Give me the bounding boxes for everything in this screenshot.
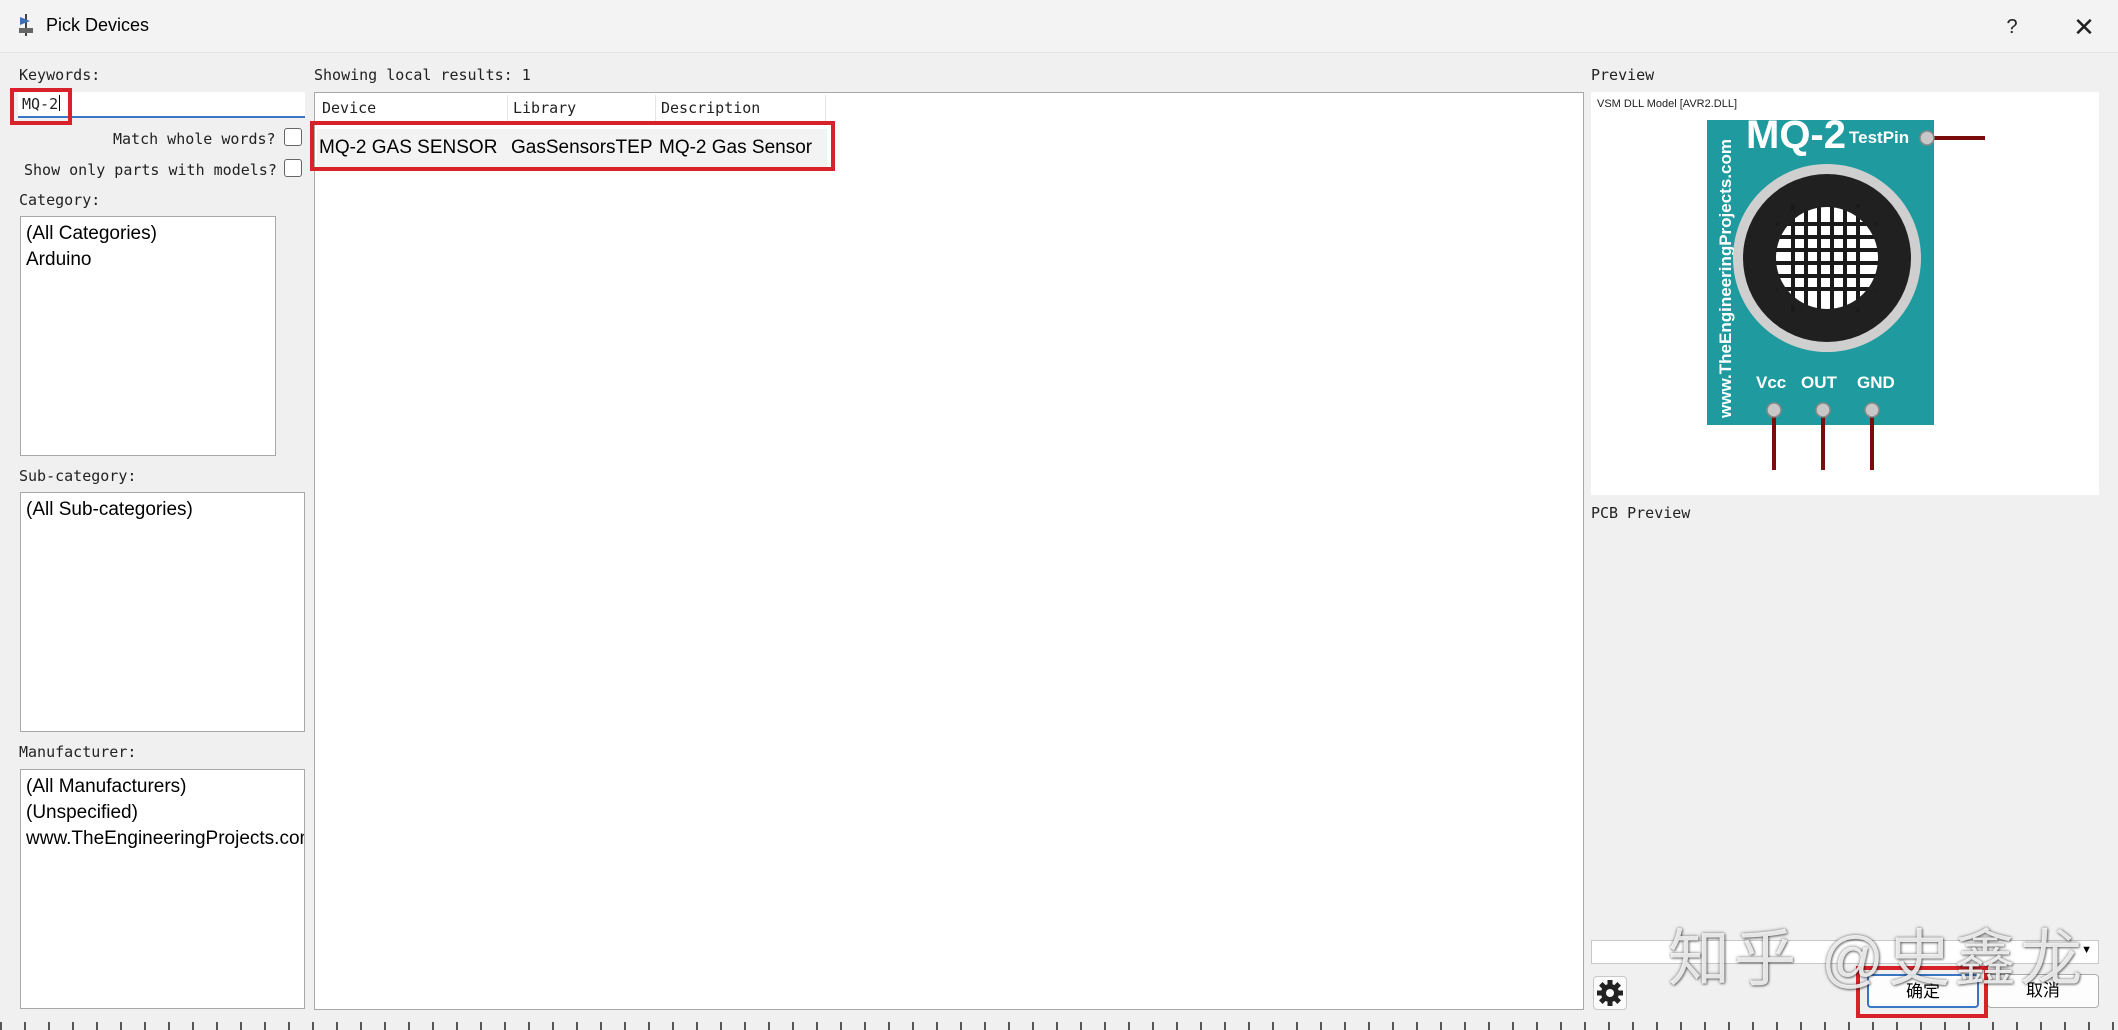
- keywords-value: MQ-2: [22, 95, 59, 113]
- manufacturer-item[interactable]: www.TheEngineeringProjects.com: [26, 826, 304, 852]
- match-whole-words-label: Match whole words?: [113, 130, 276, 148]
- window-title: Pick Devices: [46, 15, 150, 35]
- side-url-text: www.TheEngineeringProjects.com: [1716, 139, 1735, 419]
- testpin-label: TestPin: [1849, 128, 1909, 147]
- category-list[interactable]: (All Categories) Arduino: [20, 216, 276, 456]
- title-bar: Pick Devices ? ✕: [0, 0, 2118, 53]
- pick-devices-icon: [19, 14, 33, 36]
- manufacturer-item[interactable]: (Unspecified): [26, 800, 299, 826]
- only-models-checkbox[interactable]: [284, 159, 302, 177]
- sensor-name: MQ-2: [1746, 113, 1846, 157]
- gear-icon: [1597, 980, 1623, 1006]
- mq2-sensor-symbol: MQ-2 TestPin www.TheEngineeringProjects.…: [1707, 113, 1985, 470]
- table-row[interactable]: MQ-2 GAS SENSOR GasSensorsTEP MQ-2 Gas S…: [317, 129, 827, 167]
- match-whole-words-checkbox[interactable]: [284, 128, 302, 146]
- manufacturer-list[interactable]: (All Manufacturers) (Unspecified) www.Th…: [20, 769, 305, 1009]
- row-library-cell: GasSensorsTEP: [511, 137, 653, 158]
- category-item[interactable]: (All Categories): [26, 221, 270, 247]
- pcb-preview-area: [1591, 522, 2099, 937]
- column-header-library[interactable]: Library: [508, 95, 656, 121]
- bottom-ruler: [0, 1022, 2118, 1030]
- results-table[interactable]: Device Library Description MQ-2 GAS SENS…: [314, 92, 1584, 1010]
- keywords-label: Keywords:: [19, 66, 101, 84]
- pin-label-gnd: GND: [1857, 373, 1895, 392]
- category-label: Category:: [19, 191, 101, 209]
- row-description-cell: MQ-2 Gas Sensor: [659, 137, 813, 158]
- results-count-label: Showing local results: 1: [314, 66, 531, 84]
- help-button[interactable]: ?: [1997, 12, 2027, 42]
- pcb-preview-label: PCB Preview: [1591, 504, 1691, 522]
- row-device-cell: MQ-2 GAS SENSOR: [319, 137, 498, 158]
- subcategory-list[interactable]: (All Sub-categories): [20, 492, 305, 732]
- watermark-text: 知乎 @史鑫龙: [1668, 925, 2087, 994]
- keywords-input[interactable]: MQ-2: [18, 92, 305, 118]
- settings-button[interactable]: [1593, 976, 1627, 1010]
- subcategory-item[interactable]: (All Sub-categories): [26, 497, 299, 523]
- subcategory-label: Sub-category:: [19, 467, 137, 485]
- schematic-preview: VSM DLL Model [AVR2.DLL] MQ-2 TestPin ww…: [1591, 92, 2099, 495]
- manufacturer-item[interactable]: (All Manufacturers): [26, 774, 299, 800]
- column-header-device[interactable]: Device: [317, 95, 508, 121]
- category-item[interactable]: Arduino: [26, 247, 270, 273]
- column-header-description[interactable]: Description: [656, 95, 826, 121]
- pin-label-vcc: Vcc: [1756, 373, 1786, 392]
- only-models-label: Show only parts with models?: [24, 161, 277, 179]
- close-button[interactable]: ✕: [2066, 10, 2102, 44]
- manufacturer-label: Manufacturer:: [19, 743, 137, 761]
- preview-label: Preview: [1591, 66, 1655, 84]
- pin-label-out: OUT: [1801, 373, 1838, 392]
